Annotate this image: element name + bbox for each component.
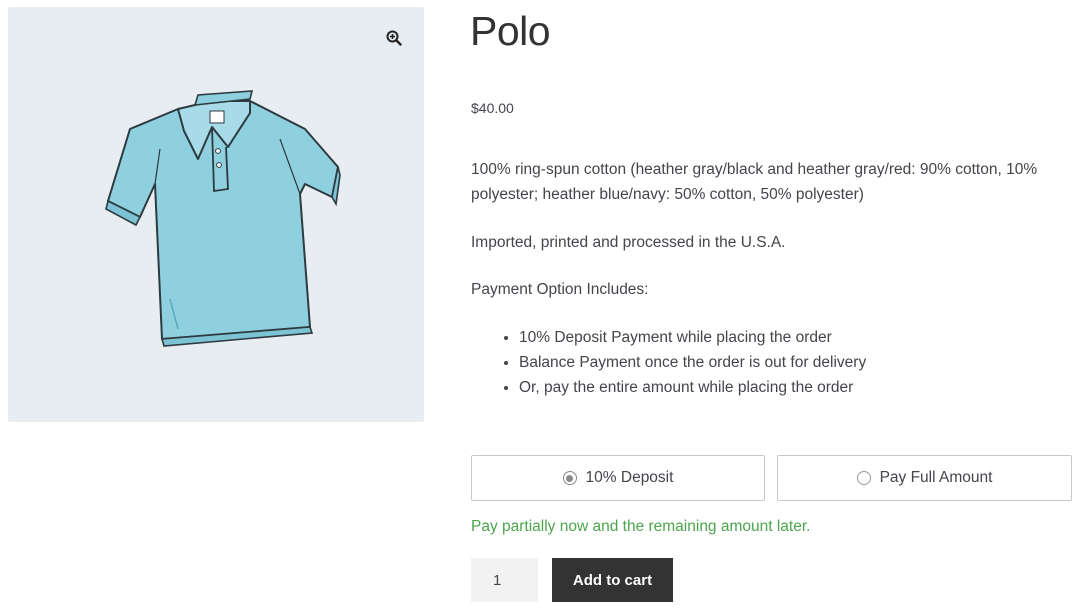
list-item: 10% Deposit Payment while placing the or… — [519, 325, 866, 350]
full-amount-option[interactable]: Pay Full Amount — [777, 455, 1072, 501]
deposit-radio[interactable] — [562, 471, 577, 485]
product-title: Polo — [470, 8, 551, 54]
zoom-button[interactable] — [375, 19, 413, 57]
deposit-option-label: 10% Deposit — [585, 469, 674, 486]
deposit-option[interactable]: 10% Deposit — [471, 455, 765, 501]
full-amount-option-label: Pay Full Amount — [879, 469, 993, 486]
product-description-material: 100% ring-spun cotton (heather gray/blac… — [471, 161, 1038, 203]
list-item: Or, pay the entire amount while placing … — [519, 375, 866, 400]
payment-points-list: 10% Deposit Payment while placing the or… — [471, 325, 866, 400]
zoom-in-icon — [386, 30, 402, 46]
product-description-origin: Imported, printed and processed in the U… — [471, 234, 786, 251]
product-price: $40.00 — [471, 100, 514, 116]
product-gallery — [8, 7, 424, 422]
payment-options-heading: Payment Option Includes: — [471, 281, 649, 298]
deposit-note: Pay partially now and the remaining amou… — [471, 518, 811, 535]
full-amount-radio[interactable] — [856, 471, 871, 485]
polo-shirt-image[interactable] — [100, 89, 345, 351]
list-item: Balance Payment once the order is out fo… — [519, 350, 866, 375]
quantity-input[interactable] — [471, 558, 538, 602]
add-to-cart-button[interactable]: Add to cart — [552, 558, 673, 602]
